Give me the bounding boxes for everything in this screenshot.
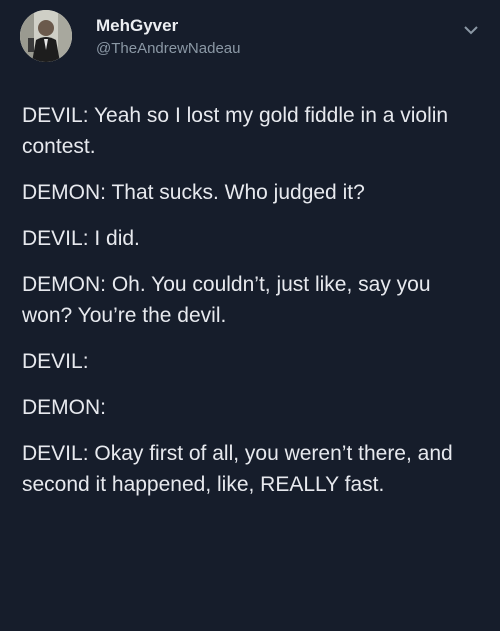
tweet-paragraph: DEVIL: Okay first of all, you weren’t th… [22, 442, 453, 496]
avatar[interactable] [20, 10, 72, 62]
tweet-card: MehGyver @TheAndrewNadeau DEVIL: Yeah so… [0, 0, 500, 631]
tweet-paragraph: DEMON: That sucks. Who judged it? [22, 181, 365, 204]
tweet-paragraph: DEVIL: Yeah so I lost my gold fiddle in … [22, 104, 449, 158]
tweet-text: DEVIL: Yeah so I lost my gold fiddle in … [22, 100, 482, 515]
tweet-paragraph: DEMON: [22, 396, 106, 419]
tweet-paragraph: DEMON: Oh. You couldn’t, just like, say … [22, 273, 431, 327]
display-name[interactable]: MehGyver [96, 16, 178, 36]
tweet-paragraph: DEVIL: I did. [22, 227, 140, 250]
user-handle[interactable]: @TheAndrewNadeau [96, 40, 240, 57]
chevron-down-icon[interactable] [464, 22, 478, 35]
profile-photo-icon [20, 10, 72, 62]
tweet-paragraph: DEVIL: [22, 350, 89, 373]
tweet-header: MehGyver @TheAndrewNadeau [20, 10, 480, 70]
